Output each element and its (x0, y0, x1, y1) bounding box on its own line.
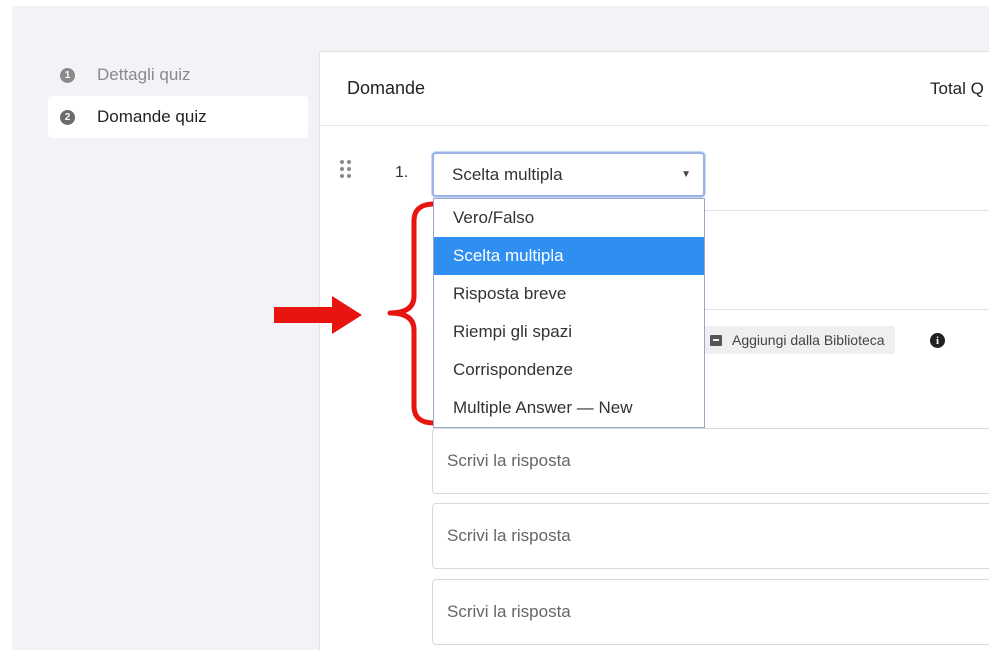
annotation-arrow-icon (274, 296, 362, 334)
step-number: 2 (60, 109, 75, 125)
select-value: Scelta multipla (452, 164, 563, 184)
option-vero-falso[interactable]: Vero/Falso (434, 199, 704, 237)
question-type-select[interactable]: Scelta multipla ▼ (432, 152, 705, 197)
option-corrispondenze[interactable]: Corrispondenze (434, 351, 704, 389)
panel-header: Domande Total Q (320, 52, 989, 126)
option-multiple-answer[interactable]: Multiple Answer — New (434, 389, 704, 427)
question-number: 1. (395, 164, 409, 181)
answer-field[interactable]: Scrivi la risposta (432, 428, 989, 494)
step-label: Dettagli quiz (97, 65, 191, 84)
archive-icon (710, 334, 722, 346)
add-from-library-button[interactable]: Aggiungi dalla Biblioteca (700, 326, 895, 354)
app-canvas: 1 Dettagli quiz 2 Domande quiz Domande T… (12, 6, 989, 650)
divider (705, 210, 989, 211)
step-number: 1 (60, 67, 75, 83)
total-questions-label: Total Q (930, 79, 984, 98)
step-quiz-questions[interactable]: 2 Domande quiz (48, 96, 308, 138)
quiz-steps: 1 Dettagli quiz 2 Domande quiz (48, 54, 308, 138)
info-icon[interactable]: i (930, 333, 945, 348)
question-type-dropdown: Vero/Falso Scelta multipla Risposta brev… (433, 198, 705, 428)
answer-placeholder: Scrivi la risposta (447, 451, 571, 470)
divider (705, 309, 989, 310)
step-label: Domande quiz (97, 107, 207, 126)
answer-field[interactable]: Scrivi la risposta (432, 579, 989, 645)
option-scelta-multipla[interactable]: Scelta multipla (434, 237, 704, 275)
step-quiz-details[interactable]: 1 Dettagli quiz (48, 54, 308, 96)
panel-title: Domande (347, 78, 426, 98)
annotation-brace-icon (387, 201, 437, 426)
option-risposta-breve[interactable]: Risposta breve (434, 275, 704, 313)
answer-placeholder: Scrivi la risposta (447, 526, 571, 545)
add-from-library-label: Aggiungi dalla Biblioteca (732, 332, 885, 348)
option-riempi-gli-spazi[interactable]: Riempi gli spazi (434, 313, 704, 351)
answer-placeholder: Scrivi la risposta (447, 602, 571, 621)
drag-handle-icon[interactable] (340, 160, 354, 182)
caret-down-icon: ▼ (681, 169, 691, 180)
answer-field[interactable]: Scrivi la risposta (432, 503, 989, 569)
